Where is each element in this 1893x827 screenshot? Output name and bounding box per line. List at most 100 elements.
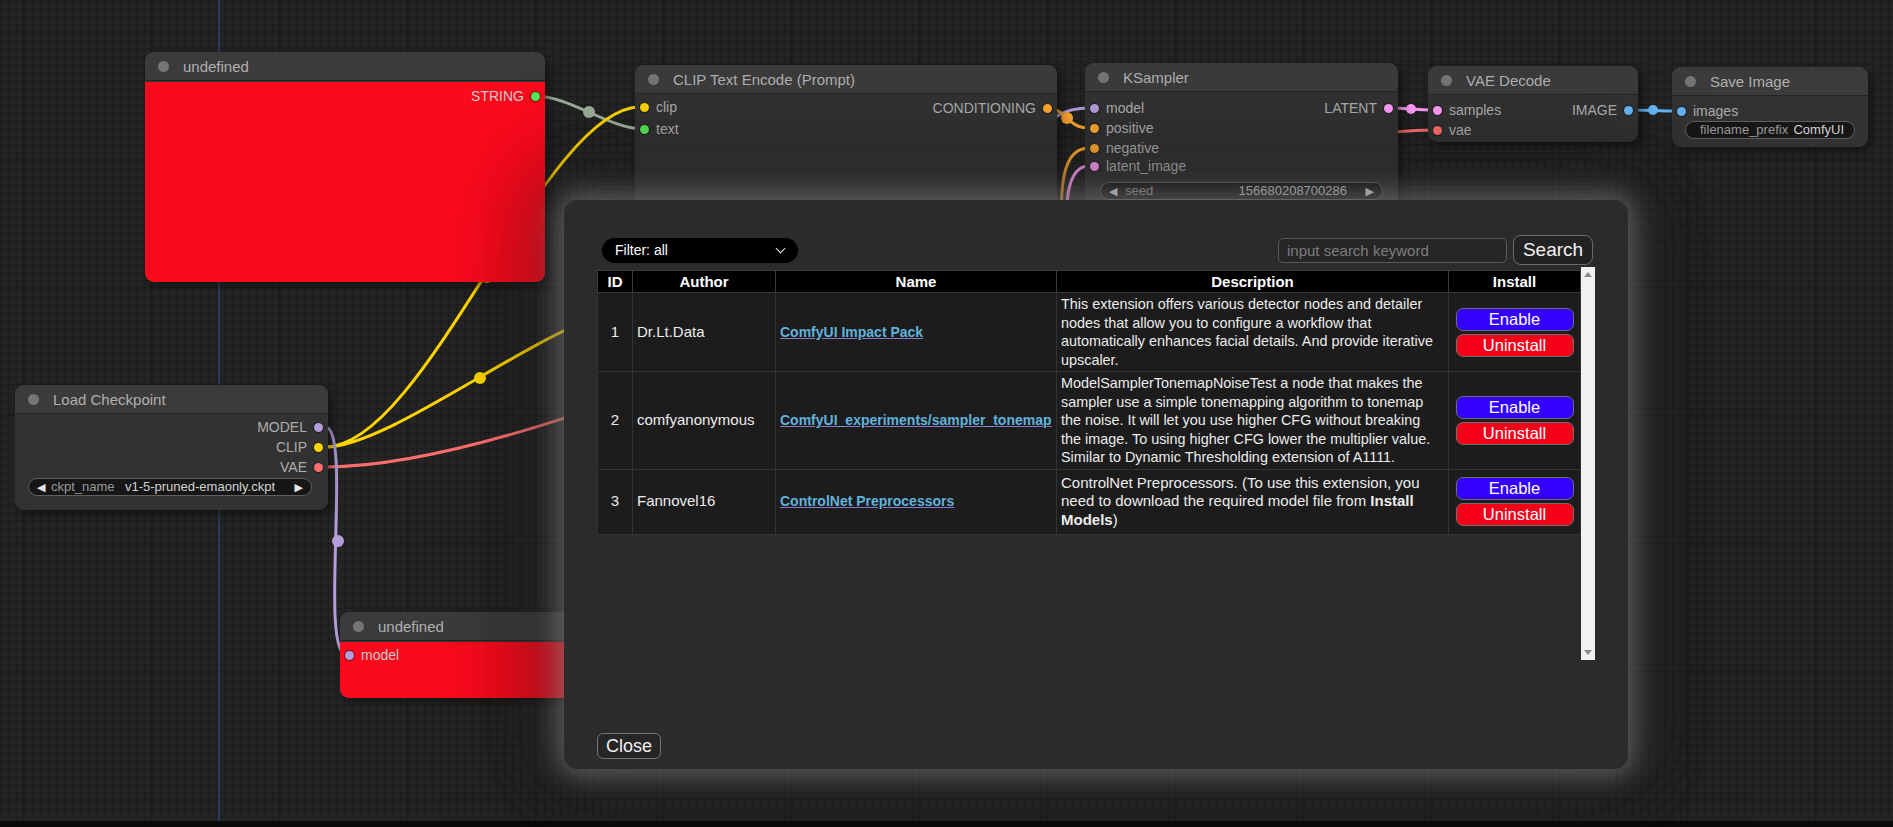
node-save-image[interactable]: Save Image images filename_prefix ComfyU… (1672, 67, 1868, 147)
slot-dot-latent[interactable] (1384, 104, 1393, 113)
table-header-row: ID Author Name Description Install (598, 271, 1581, 293)
extension-link[interactable]: ComfyUI Impact Pack (780, 324, 923, 340)
node-title: Load Checkpoint (53, 391, 166, 408)
slot-dot-model[interactable] (314, 423, 323, 432)
enable-button[interactable]: Enable (1456, 396, 1574, 419)
extension-link[interactable]: ComfyUI_experiments/sampler_tonemap (780, 412, 1052, 428)
cell-description: ControlNet Preprocessors. (To use this e… (1057, 469, 1449, 534)
slot-dot-positive[interactable] (1090, 124, 1099, 133)
slot-dot-conditioning[interactable] (1043, 104, 1052, 113)
extensions-table-container: ID Author Name Description Install 1 Dr.… (597, 267, 1595, 660)
filter-dropdown[interactable]: Filter: all (602, 238, 798, 263)
enable-button[interactable]: Enable (1456, 308, 1574, 331)
search-button[interactable]: Search (1513, 235, 1593, 265)
cell-description: This extension offers various detector n… (1057, 293, 1449, 372)
node-status-dot-icon (353, 621, 364, 632)
node-title: CLIP Text Encode (Prompt) (673, 71, 855, 88)
filename-prefix-widget[interactable]: filename_prefix ComfyUI (1685, 121, 1855, 139)
slot-dot-image[interactable] (1624, 106, 1633, 115)
node-title-bar[interactable]: Load Checkpoint (15, 385, 328, 414)
col-header-name: Name (776, 271, 1057, 293)
search-input[interactable] (1278, 238, 1507, 263)
output-slot-latent[interactable]: LATENT (1324, 99, 1398, 117)
input-slot-samples[interactable]: samples (1428, 101, 1501, 119)
node-title-bar[interactable]: CLIP Text Encode (Prompt) (635, 65, 1057, 94)
slot-dot-model[interactable] (1090, 104, 1099, 113)
output-slot-model[interactable]: MODEL (257, 418, 328, 436)
node-title: VAE Decode (1466, 72, 1551, 89)
input-slot-negative[interactable]: negative (1085, 139, 1159, 157)
slot-dot-vae[interactable] (1433, 126, 1442, 135)
output-slot-vae[interactable]: VAE (280, 458, 328, 476)
table-scrollbar[interactable] (1581, 267, 1595, 660)
slot-dot-vae[interactable] (314, 463, 323, 472)
table-row: 3 Fannovel16 ControlNet Preprocessors Co… (598, 469, 1581, 534)
uninstall-button[interactable]: Uninstall (1456, 503, 1574, 526)
cell-author: Fannovel16 (633, 469, 776, 534)
cell-id: 2 (598, 372, 633, 470)
slot-dot-string[interactable] (531, 92, 540, 101)
decrement-icon[interactable]: ◀ (37, 479, 45, 496)
slot-dot-images[interactable] (1677, 107, 1686, 116)
node-title: Save Image (1710, 73, 1790, 90)
slot-dot-samples[interactable] (1433, 106, 1442, 115)
input-slot-positive[interactable]: positive (1085, 119, 1153, 137)
input-slot-text[interactable]: text (635, 120, 679, 138)
cell-author: comfyanonymous (633, 372, 776, 470)
custom-nodes-manager-dialog: Filter: all Search ID Author Name Descri… (564, 200, 1628, 769)
input-slot-model[interactable]: model (1085, 99, 1144, 117)
enable-button[interactable]: Enable (1456, 477, 1574, 500)
slot-dot-clip[interactable] (314, 443, 323, 452)
node-status-dot-icon (1098, 72, 1109, 83)
seed-widget[interactable]: ◀ seed 156680208700286 ▶ (1100, 182, 1383, 200)
node-title-bar[interactable]: VAE Decode (1428, 66, 1638, 95)
output-slot-conditioning[interactable]: CONDITIONING (933, 99, 1057, 117)
input-slot-latent-image[interactable]: latent_image (1085, 157, 1186, 175)
node-title-bar[interactable]: KSampler (1085, 63, 1398, 92)
slot-dot-clip[interactable] (640, 103, 649, 112)
cell-author: Dr.Lt.Data (633, 293, 776, 372)
slot-dot-latent-image[interactable] (1090, 162, 1099, 171)
col-header-author: Author (633, 271, 776, 293)
decrement-icon[interactable]: ◀ (1109, 183, 1117, 200)
uninstall-button[interactable]: Uninstall (1456, 334, 1574, 357)
slot-dot-model[interactable] (345, 651, 354, 660)
node-title-bar[interactable]: Save Image (1672, 67, 1868, 96)
node-status-dot-icon (1441, 75, 1452, 86)
close-button[interactable]: Close (597, 733, 661, 759)
node-title: undefined (378, 618, 444, 635)
table-row: 1 Dr.Lt.Data ComfyUI Impact Pack This ex… (598, 293, 1581, 372)
table-row: 2 comfyanonymous ComfyUI_experiments/sam… (598, 372, 1581, 470)
slot-dot-text[interactable] (640, 125, 649, 134)
chevron-down-icon (776, 244, 786, 254)
node-undefined-top[interactable]: undefined STRING (145, 52, 545, 282)
extension-link[interactable]: ControlNet Preprocessors (780, 493, 954, 509)
increment-icon[interactable]: ▶ (295, 479, 303, 496)
scroll-up-icon[interactable] (1584, 272, 1592, 277)
output-slot-clip[interactable]: CLIP (276, 438, 328, 456)
col-header-install: Install (1449, 271, 1581, 293)
scroll-down-icon[interactable] (1584, 650, 1592, 655)
node-load-checkpoint[interactable]: Load Checkpoint MODEL CLIP VAE ◀ ckpt_na… (15, 385, 328, 510)
ckpt-name-widget[interactable]: ◀ ckpt_name v1-5-pruned-emaonly.ckpt ▶ (28, 478, 312, 496)
col-header-id: ID (598, 271, 633, 293)
uninstall-button[interactable]: Uninstall (1456, 422, 1574, 445)
node-title-bar[interactable]: undefined (145, 52, 545, 81)
node-title: undefined (183, 58, 249, 75)
input-slot-vae[interactable]: vae (1428, 121, 1472, 139)
input-slot-images[interactable]: images (1672, 102, 1738, 120)
col-header-description: Description (1057, 271, 1449, 293)
node-status-dot-icon (28, 394, 39, 405)
input-slot-clip[interactable]: clip (635, 98, 677, 116)
node-vae-decode[interactable]: VAE Decode samples vae IMAGE (1428, 66, 1638, 142)
node-body (145, 82, 545, 282)
cell-id: 1 (598, 293, 633, 372)
output-slot-image[interactable]: IMAGE (1572, 101, 1638, 119)
extensions-table: ID Author Name Description Install 1 Dr.… (597, 270, 1581, 535)
node-status-dot-icon (648, 74, 659, 85)
filter-dropdown-value: Filter: all (615, 242, 668, 258)
increment-icon[interactable]: ▶ (1366, 183, 1374, 200)
slot-dot-negative[interactable] (1090, 144, 1099, 153)
input-slot-model[interactable]: model (340, 646, 399, 664)
output-slot-string[interactable]: STRING (471, 87, 545, 105)
